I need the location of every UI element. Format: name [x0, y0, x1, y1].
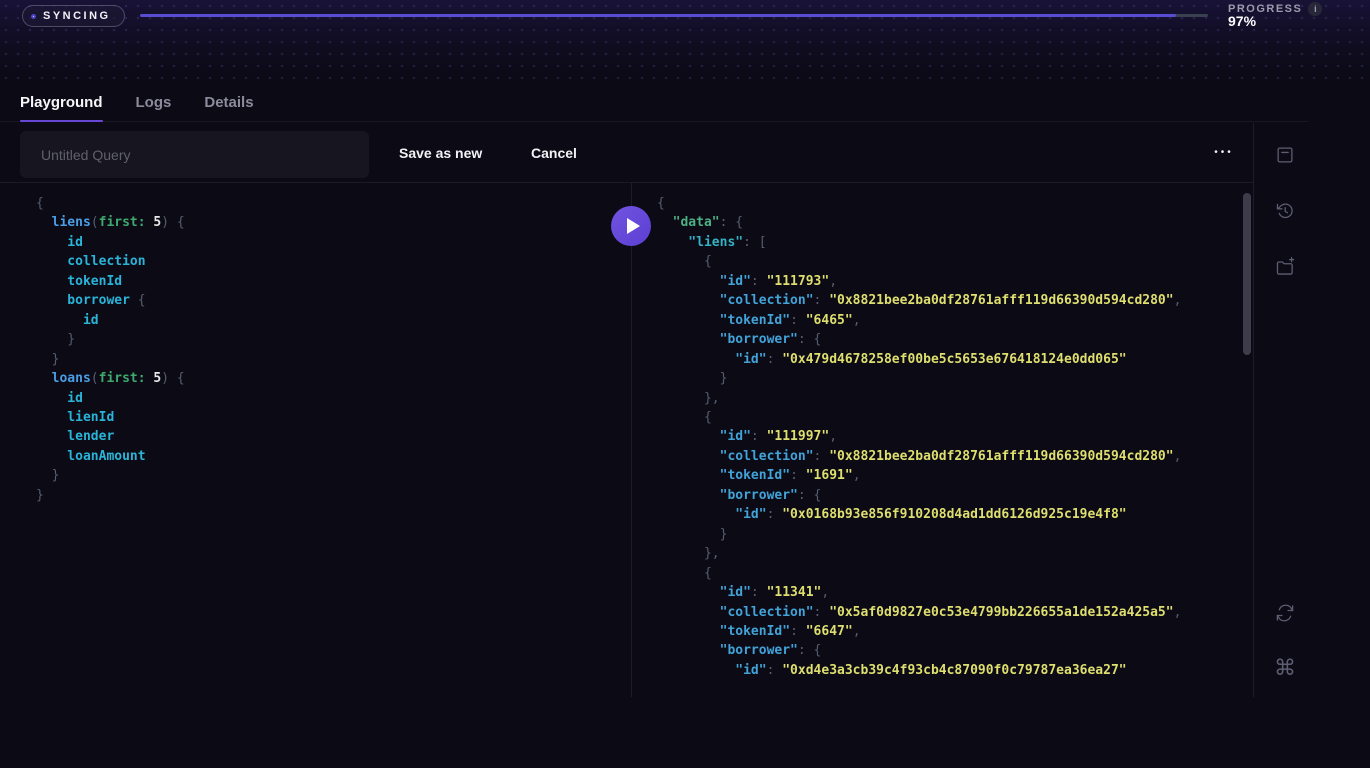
code-line: loanAmount	[36, 447, 631, 466]
code-line: }	[36, 350, 631, 369]
code-line: "borrower": {	[657, 641, 1253, 660]
progress-bar-fill	[140, 14, 1176, 17]
tab-logs[interactable]: Logs	[136, 94, 172, 121]
code-line: lienId	[36, 408, 631, 427]
command-icon[interactable]: ⌘	[1272, 656, 1298, 682]
code-line: "id": "111997",	[657, 427, 1253, 446]
save-query-icon[interactable]	[1272, 142, 1298, 168]
code-line: liens(first: 5) {	[36, 213, 631, 232]
play-icon	[627, 218, 640, 234]
more-options-button[interactable]: •••	[1204, 123, 1244, 182]
code-line: "tokenId": "6647",	[657, 622, 1253, 641]
code-line: tokenId	[36, 272, 631, 291]
code-line: }	[657, 525, 1253, 544]
code-line: "tokenId": "6465",	[657, 311, 1253, 330]
code-line: id	[36, 311, 631, 330]
query-toolbar: Save as new Cancel •••	[0, 123, 1253, 183]
sync-progress-bar	[140, 14, 1208, 17]
code-line: "liens": [	[657, 233, 1253, 252]
sync-status-dot-icon	[31, 14, 36, 19]
code-line: "tokenId": "1691",	[657, 466, 1253, 485]
info-icon[interactable]: i	[1308, 2, 1322, 16]
tab-details[interactable]: Details	[204, 94, 253, 121]
sync-status-label: SYNCING	[43, 10, 111, 22]
sync-status-badge: SYNCING	[22, 5, 125, 27]
progress-percentage: 97%	[1228, 13, 1256, 29]
code-line: }	[36, 466, 631, 485]
code-line: id	[36, 389, 631, 408]
code-line: {	[657, 252, 1253, 271]
code-line: "collection": "0x5af0d9827e0c53e4799bb22…	[657, 603, 1253, 622]
code-line: {	[36, 194, 631, 213]
code-line: "id": "0x479d4678258ef00be5c5653e6764181…	[657, 350, 1253, 369]
tabs-row: Playground Logs Details	[0, 94, 1308, 122]
code-line: },	[657, 389, 1253, 408]
code-line: borrower {	[36, 291, 631, 310]
code-line: }	[657, 369, 1253, 388]
tabs: Playground Logs Details	[20, 94, 254, 121]
save-as-new-button[interactable]: Save as new	[399, 123, 482, 182]
refresh-icon[interactable]	[1272, 600, 1298, 626]
code-line: "id": "0x0168b93e856f910208d4ad1dd6126d9…	[657, 505, 1253, 524]
header-background	[0, 0, 1370, 80]
code-line: collection	[36, 252, 631, 271]
response-code: { "data": { "liens": [ { "id": "111793",…	[632, 183, 1253, 697]
run-query-button[interactable]	[611, 206, 651, 246]
code-line: }	[36, 330, 631, 349]
code-line: {	[657, 564, 1253, 583]
code-line: lender	[36, 427, 631, 446]
history-icon[interactable]	[1272, 198, 1298, 224]
code-line: "data": {	[657, 213, 1253, 232]
response-scrollbar[interactable]	[1243, 193, 1251, 355]
right-sidebar: ⌘	[1253, 123, 1370, 697]
query-name-input[interactable]	[20, 131, 369, 178]
code-line: "id": "11341",	[657, 583, 1253, 602]
code-line: "borrower": {	[657, 486, 1253, 505]
code-line: },	[657, 544, 1253, 563]
code-line: "collection": "0x8821bee2ba0df28761afff1…	[657, 447, 1253, 466]
code-line: loans(first: 5) {	[36, 369, 631, 388]
code-line: "borrower": {	[657, 330, 1253, 349]
code-line: {	[657, 194, 1253, 213]
tab-playground[interactable]: Playground	[20, 94, 103, 121]
code-line: "id": "0xd4e3a3cb39c4f93cb4c87090f0c7978…	[657, 661, 1253, 680]
new-folder-icon[interactable]	[1272, 254, 1298, 280]
code-line: {	[657, 408, 1253, 427]
code-line: }	[36, 486, 631, 505]
cancel-button[interactable]: Cancel	[531, 123, 577, 182]
code-line: "collection": "0x8821bee2ba0df28761afff1…	[657, 291, 1253, 310]
query-editor-code[interactable]: { liens(first: 5) { id collection tokenI…	[0, 183, 631, 697]
code-line: "id": "111793",	[657, 272, 1253, 291]
code-line: id	[36, 233, 631, 252]
playground-main: { liens(first: 5) { id collection tokenI…	[0, 183, 1253, 697]
